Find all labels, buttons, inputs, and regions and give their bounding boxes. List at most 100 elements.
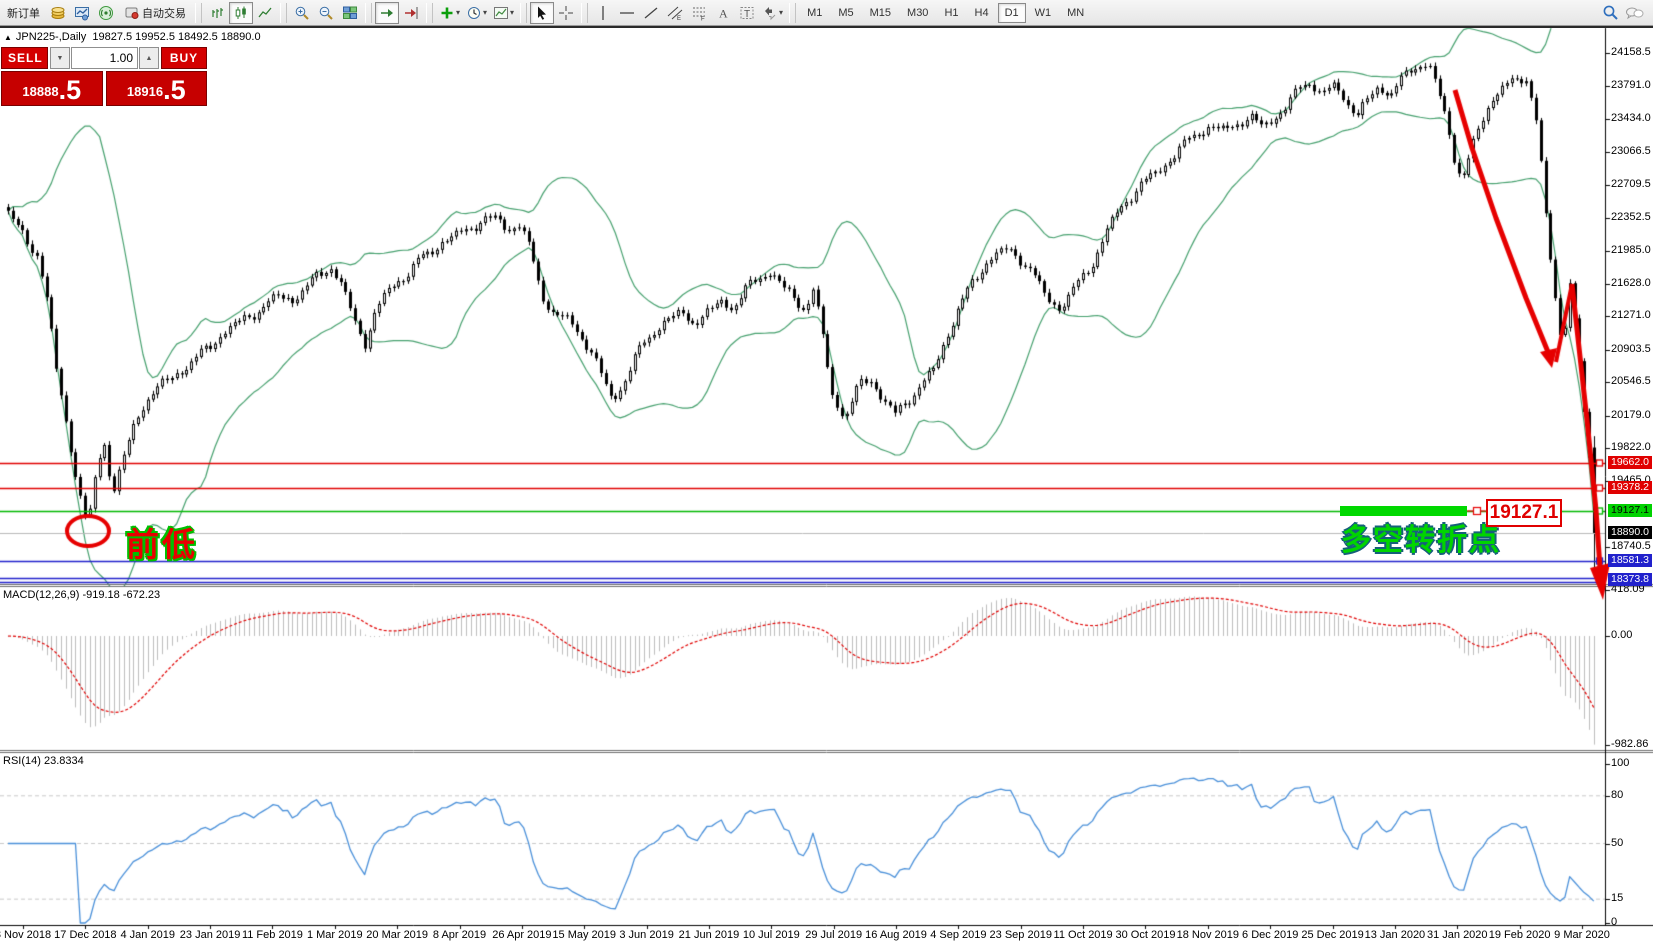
tile-windows-button[interactable] (338, 2, 362, 24)
annotation-green-bar (1340, 506, 1467, 516)
chart-window-border (0, 26, 1653, 28)
text-tool-button[interactable]: A (711, 2, 735, 24)
gold-coins-button[interactable] (46, 2, 70, 24)
indicators-button[interactable]: ▾ (436, 2, 463, 24)
cursor-tool-button[interactable] (530, 2, 554, 24)
chart-ohlc: 19827.5 19952.5 18492.5 18890.0 (92, 31, 260, 43)
zoom-out-icon (318, 5, 334, 21)
vertical-line-tool-button[interactable] (591, 2, 615, 24)
timeframe-button-D1[interactable]: D1 (998, 3, 1026, 23)
chart-symbol: JPN225-,Daily (16, 31, 86, 43)
indicators-dropdown-caret-icon[interactable]: ▾ (456, 8, 460, 17)
arrows-icon (762, 5, 778, 21)
search-button[interactable] (1598, 2, 1622, 24)
periods-dropdown-caret-icon[interactable]: ▾ (483, 8, 487, 17)
crosshair-icon (558, 5, 574, 21)
toolbar-separator (789, 3, 796, 23)
channel-tool-button[interactable]: E (663, 2, 687, 24)
volume-stepper: ▼ 1.00 ▲ (50, 47, 159, 69)
crosshair-tool-button[interactable] (554, 2, 578, 24)
buy-button[interactable]: BUY (161, 47, 207, 69)
indicators-plus-icon (439, 5, 455, 21)
trendline-tool-button[interactable] (639, 2, 663, 24)
vertical-line-icon (595, 5, 611, 21)
trendline-icon (643, 5, 659, 21)
collapse-panel-icon[interactable]: ▲ (4, 33, 12, 42)
sell-price[interactable]: 18888.5 (1, 71, 103, 106)
auto-scroll-button[interactable] (375, 2, 399, 24)
sell-price-pips: .5 (59, 77, 82, 104)
timeframe-button-M15[interactable]: M15 (863, 3, 898, 23)
zoom-out-button[interactable] (314, 2, 338, 24)
chat-button[interactable] (1622, 2, 1647, 24)
timeframe-button-H4[interactable]: H4 (968, 3, 996, 23)
candlestick-type-button[interactable] (229, 2, 253, 24)
cursor-icon (534, 5, 550, 21)
timeframe-button-M5[interactable]: M5 (831, 3, 860, 23)
templates-dropdown-caret-icon[interactable]: ▾ (510, 8, 514, 17)
chart-title: ▲ JPN225-,Daily 19827.5 19952.5 18492.5 1… (4, 31, 261, 43)
toolbar-separator (581, 3, 588, 23)
text-a-icon: A (715, 5, 731, 21)
fibonacci-tool-button[interactable]: F (687, 2, 711, 24)
svg-text:T: T (744, 9, 750, 20)
bar-chart-type-button[interactable] (205, 2, 229, 24)
timeframe-button-W1[interactable]: W1 (1028, 3, 1059, 23)
arrows-dropdown-caret-icon[interactable]: ▾ (779, 8, 783, 17)
toolbar-separator (280, 3, 287, 23)
rsi-pane-label: RSI(14) 23.8334 (3, 755, 84, 767)
auto-trading-icon (124, 5, 139, 20)
timeframe-button-M1[interactable]: M1 (800, 3, 829, 23)
sell-button[interactable]: SELL (1, 47, 48, 69)
one-click-trading-panel: SELL ▼ 1.00 ▲ BUY 18888.5 18916.5 (1, 47, 207, 106)
line-chart-type-button[interactable] (253, 2, 277, 24)
timeframe-group: M1M5M15M30H1H4D1W1MN (799, 3, 1092, 23)
toolbar-separator (195, 3, 202, 23)
horizontal-line-tool-button[interactable] (615, 2, 639, 24)
label-tool-button[interactable]: T (735, 2, 759, 24)
macd-pane-label: MACD(12,26,9) -919.18 -672.23 (3, 589, 160, 601)
svg-text:F: F (701, 16, 705, 21)
chart-shift-button[interactable] (399, 2, 423, 24)
line-chart-icon (257, 5, 273, 21)
templates-button[interactable]: ▾ (490, 2, 517, 24)
gold-coins-icon (50, 5, 66, 21)
annotation-previous-low: 前低 (126, 518, 198, 566)
market-watch-icon (74, 5, 90, 21)
timeframe-button-H1[interactable]: H1 (937, 3, 965, 23)
candlestick-icon (233, 5, 249, 21)
svg-text:E: E (677, 16, 681, 21)
zoom-in-icon (294, 5, 310, 21)
periods-button[interactable]: ▾ (463, 2, 490, 24)
clock-icon (466, 5, 482, 21)
arrows-tool-button[interactable]: ▾ (759, 2, 786, 24)
auto-trading-button[interactable]: 自动交易 (118, 2, 192, 24)
volume-input[interactable]: 1.00 (71, 47, 138, 69)
buy-price[interactable]: 18916.5 (106, 71, 208, 106)
auto-trading-label: 自动交易 (142, 5, 186, 21)
volume-decrease-button[interactable]: ▼ (50, 47, 70, 69)
tile-windows-icon (342, 5, 358, 21)
broadcast-icon (98, 5, 114, 21)
chart-canvas[interactable] (0, 0, 1653, 945)
market-watch-button[interactable] (70, 2, 94, 24)
annotation-level-box: 19127.1 (1486, 499, 1562, 527)
annotation-turning-point: 多空转折点 (1341, 515, 1501, 559)
template-icon (493, 5, 509, 21)
buy-price-pips: .5 (163, 77, 186, 104)
toolbar-separator (520, 3, 527, 23)
timeframe-button-MN[interactable]: MN (1060, 3, 1091, 23)
text-label-icon: T (739, 5, 755, 21)
broadcast-button[interactable] (94, 2, 118, 24)
toolbar-separator (365, 3, 372, 23)
chart-shift-icon (403, 5, 419, 21)
fibonacci-icon: F (691, 5, 707, 21)
new-order-button[interactable]: 新订单 (1, 2, 46, 24)
toolbar-separator (426, 3, 433, 23)
timeframe-button-M30[interactable]: M30 (900, 3, 935, 23)
volume-increase-button[interactable]: ▲ (139, 47, 159, 69)
sell-price-main: 18888 (22, 80, 58, 104)
zoom-in-button[interactable] (290, 2, 314, 24)
search-icon (1602, 4, 1619, 21)
bar-chart-icon (209, 5, 225, 21)
